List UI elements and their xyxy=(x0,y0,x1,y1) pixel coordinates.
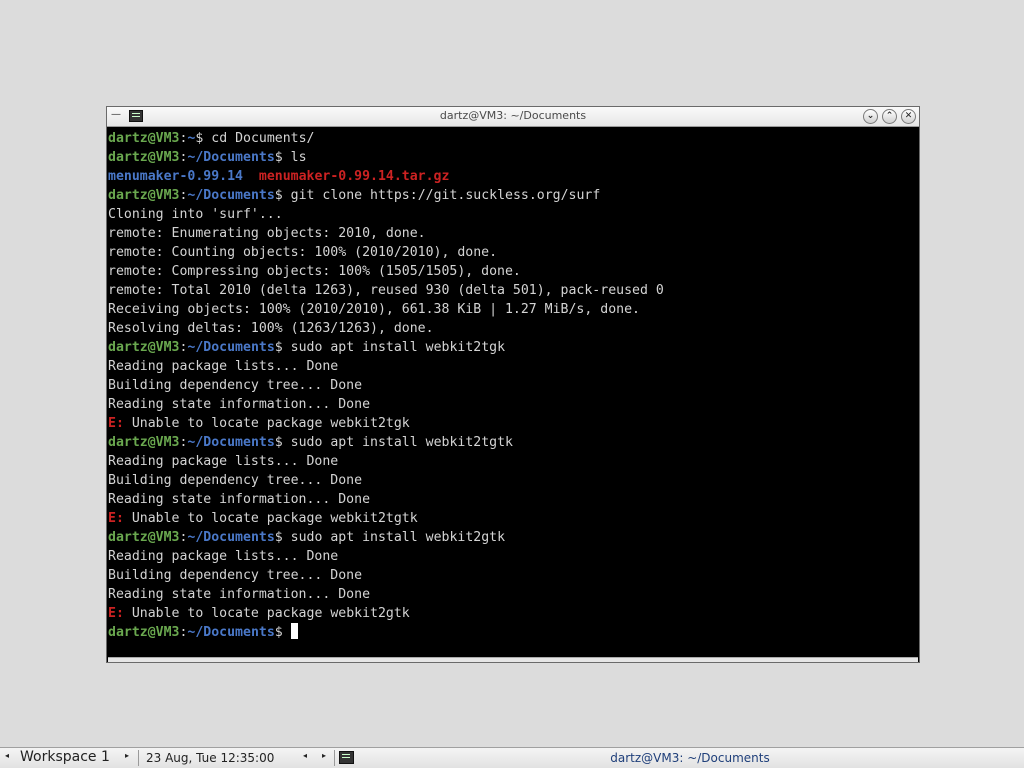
taskbar: ◂ Workspace 1 ▸ 23 Aug, Tue 12:35:00 ◂ ▸… xyxy=(0,747,1024,768)
command-text: sudo apt install webkit2tgtk xyxy=(290,435,513,450)
terminal-icon[interactable] xyxy=(339,751,354,764)
output-text: Building dependency tree... Done xyxy=(108,378,363,393)
window-title: dartz@VM3: ~/Documents xyxy=(439,109,587,122)
output-text: Reading package lists... Done xyxy=(108,359,339,374)
taskbar-clock: 23 Aug, Tue 12:35:00 xyxy=(146,751,275,765)
close-button[interactable]: ✕ xyxy=(901,109,916,124)
command-text: ls xyxy=(290,150,307,165)
terminal-line: dartz@VM3:~/Documents$ git clone https:/… xyxy=(108,186,918,205)
error-tag: E: xyxy=(108,606,124,621)
desktop: — dartz@VM3: ~/Documents ⌄ ⌃ ✕ dartz@VM3… xyxy=(0,0,1024,768)
prompt-symbol: $ xyxy=(274,150,291,165)
text-cursor xyxy=(290,623,298,639)
output-text: Reading state information... Done xyxy=(108,587,371,602)
error-message: Unable to locate package webkit2gtk xyxy=(123,606,410,621)
terminal-line: dartz@VM3:~/Documents$ sudo apt install … xyxy=(108,338,918,357)
output-text: remote: Total 2010 (delta 1263), reused … xyxy=(108,283,664,298)
horizontal-scrollbar[interactable] xyxy=(108,657,918,662)
terminal-line: Reading package lists... Done xyxy=(108,547,918,566)
command-text: sudo apt install webkit2tgk xyxy=(290,340,506,355)
prompt-path: ~/Documents xyxy=(187,150,275,165)
output-text: Reading package lists... Done xyxy=(108,454,339,469)
output-text: Resolving deltas: 100% (1263/1263), done… xyxy=(108,321,434,336)
terminal-line: dartz@VM3:~/Documents$ sudo apt install … xyxy=(108,528,918,547)
terminal-line: dartz@VM3:~$ cd Documents/ xyxy=(108,129,918,148)
error-message: Unable to locate package webkit2tgtk xyxy=(123,511,418,526)
terminal-output[interactable]: dartz@VM3:~$ cd Documents/dartz@VM3:~/Do… xyxy=(108,129,918,657)
prompt-user: dartz@VM3 xyxy=(108,340,180,355)
output-text: Reading state information... Done xyxy=(108,492,371,507)
prompt-path: ~/Documents xyxy=(187,625,275,640)
terminal-line: dartz@VM3:~/Documents$ xyxy=(108,623,918,642)
terminal-line: E: Unable to locate package webkit2gtk xyxy=(108,604,918,623)
prompt-path: ~/Documents xyxy=(187,530,275,545)
prompt-symbol: $ xyxy=(274,435,291,450)
output-text: remote: Enumerating objects: 2010, done. xyxy=(108,226,426,241)
prompt-user: dartz@VM3 xyxy=(108,435,180,450)
ls-gap xyxy=(243,169,259,184)
output-text: Building dependency tree... Done xyxy=(108,568,363,583)
task-next-arrow-icon[interactable]: ▸ xyxy=(322,751,326,760)
ls-directory-entry: menumaker-0.99.14 xyxy=(108,169,243,184)
prompt-symbol: $ xyxy=(195,131,212,146)
output-text: Cloning into 'surf'... xyxy=(108,207,283,222)
prompt-path: ~/Documents xyxy=(187,435,275,450)
terminal-line: Reading state information... Done xyxy=(108,395,918,414)
terminal-line: menumaker-0.99.14 menumaker-0.99.14.tar.… xyxy=(108,167,918,186)
terminal-line: E: Unable to locate package webkit2tgtk xyxy=(108,509,918,528)
output-text: Reading package lists... Done xyxy=(108,549,339,564)
terminal-line: Building dependency tree... Done xyxy=(108,566,918,585)
terminal-line: Reading package lists... Done xyxy=(108,357,918,376)
minimize-button[interactable]: ⌄ xyxy=(863,109,878,124)
terminal-line: E: Unable to locate package webkit2tgk xyxy=(108,414,918,433)
command-text: sudo apt install webkit2gtk xyxy=(290,530,506,545)
command-text: cd Documents/ xyxy=(211,131,315,146)
terminal-line: Resolving deltas: 100% (1263/1263), done… xyxy=(108,319,918,338)
error-tag: E: xyxy=(108,511,124,526)
terminal-line: Receiving objects: 100% (2010/2010), 661… xyxy=(108,300,918,319)
workspace-next-arrow-icon[interactable]: ▸ xyxy=(125,751,129,760)
prompt-user: dartz@VM3 xyxy=(108,150,180,165)
terminal-line: dartz@VM3:~/Documents$ ls xyxy=(108,148,918,167)
window-titlebar[interactable]: — dartz@VM3: ~/Documents ⌄ ⌃ ✕ xyxy=(107,107,919,127)
terminal-line: Reading package lists... Done xyxy=(108,452,918,471)
command-text: git clone https://git.suckless.org/surf xyxy=(290,188,601,203)
prompt-user: dartz@VM3 xyxy=(108,625,180,640)
output-text: remote: Counting objects: 100% (2010/201… xyxy=(108,245,498,260)
maximize-button[interactable]: ⌃ xyxy=(882,109,897,124)
ls-archive-entry: menumaker-0.99.14.tar.gz xyxy=(258,169,450,184)
terminal-line: remote: Compressing objects: 100% (1505/… xyxy=(108,262,918,281)
prompt-symbol: $ xyxy=(274,530,291,545)
terminal-line: Building dependency tree... Done xyxy=(108,376,918,395)
taskbar-separator xyxy=(138,750,139,766)
terminal-line: dartz@VM3:~/Documents$ sudo apt install … xyxy=(108,433,918,452)
workspace-name[interactable]: Workspace 1 xyxy=(20,749,110,765)
terminal-line: remote: Total 2010 (delta 1263), reused … xyxy=(108,281,918,300)
terminal-line: Reading state information... Done xyxy=(108,490,918,509)
workspace-prev-arrow-icon[interactable]: ◂ xyxy=(5,751,9,760)
output-text: Reading state information... Done xyxy=(108,397,371,412)
terminal-line: Cloning into 'surf'... xyxy=(108,205,918,224)
taskbar-separator xyxy=(334,750,335,766)
error-tag: E: xyxy=(108,416,124,431)
prompt-symbol: $ xyxy=(274,188,291,203)
terminal-window[interactable]: — dartz@VM3: ~/Documents ⌄ ⌃ ✕ dartz@VM3… xyxy=(106,106,920,663)
prompt-user: dartz@VM3 xyxy=(108,131,180,146)
terminal-line: Building dependency tree... Done xyxy=(108,471,918,490)
prompt-path: ~/Documents xyxy=(187,340,275,355)
terminal-line: remote: Enumerating objects: 2010, done. xyxy=(108,224,918,243)
output-text: Building dependency tree... Done xyxy=(108,473,363,488)
prompt-symbol: $ xyxy=(274,625,291,640)
task-prev-arrow-icon[interactable]: ◂ xyxy=(303,751,307,760)
prompt-user: dartz@VM3 xyxy=(108,188,180,203)
prompt-symbol: $ xyxy=(274,340,291,355)
output-text: Receiving objects: 100% (2010/2010), 661… xyxy=(108,302,640,317)
prompt-path: ~/Documents xyxy=(187,188,275,203)
taskbar-task-terminal[interactable]: dartz@VM3: ~/Documents xyxy=(360,751,1020,765)
terminal-line: Reading state information... Done xyxy=(108,585,918,604)
error-message: Unable to locate package webkit2tgk xyxy=(123,416,410,431)
output-text: remote: Compressing objects: 100% (1505/… xyxy=(108,264,521,279)
terminal-line: remote: Counting objects: 100% (2010/201… xyxy=(108,243,918,262)
prompt-user: dartz@VM3 xyxy=(108,530,180,545)
